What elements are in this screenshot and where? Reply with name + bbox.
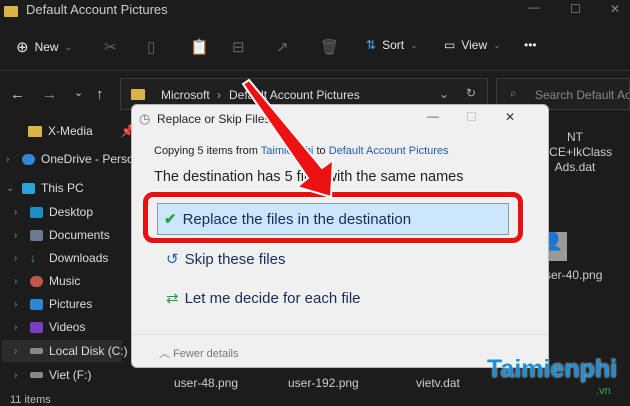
pointer-arrow — [241, 78, 335, 199]
watermark-tld: .vn — [596, 385, 611, 397]
arrow-shape — [241, 78, 335, 199]
watermark-logo: Taimienphi — [487, 355, 617, 384]
watermark-brand: Taimienphi — [487, 355, 618, 383]
